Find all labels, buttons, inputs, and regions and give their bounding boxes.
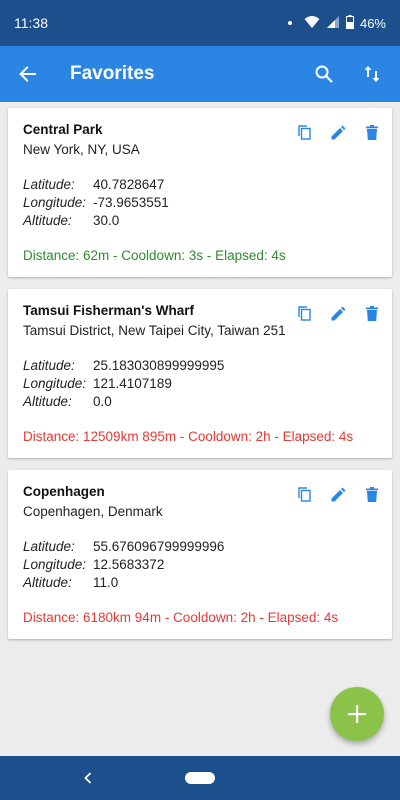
search-icon <box>315 65 333 83</box>
wifi-icon <box>304 15 320 32</box>
notification-dot-icon <box>287 21 292 25</box>
longitude-value: -73.9653551 <box>93 195 169 210</box>
delete-button[interactable] <box>362 303 382 323</box>
longitude-value: 12.5683372 <box>93 557 165 572</box>
latitude-value: 55.676096799999996 <box>93 539 225 554</box>
arrow-back-icon <box>19 66 36 82</box>
latitude-value: 40.7828647 <box>93 177 165 192</box>
status-icons: 46% <box>287 14 386 32</box>
latitude-label: Latitude: <box>23 539 75 554</box>
favorite-card[interactable]: Copenhagen Copenhagen, Denmark Latitude:… <box>8 470 392 639</box>
longitude-value: 121.4107189 <box>93 376 172 391</box>
coordinates: Latitude: 25.183030899999995 Longitude: … <box>23 358 378 409</box>
edit-button[interactable] <box>328 303 348 323</box>
latitude-label: Latitude: <box>23 177 75 192</box>
coordinates: Latitude: 40.7828647 Longitude: -73.9653… <box>23 177 378 228</box>
longitude-label: Longitude: <box>23 195 87 210</box>
system-nav-bar <box>0 756 400 800</box>
status-bar: 11:38 46% <box>0 0 400 46</box>
favorite-card[interactable]: Tamsui Fisherman's Wharf Tamsui District… <box>8 289 392 458</box>
latitude-value: 25.183030899999995 <box>93 358 225 373</box>
copy-button[interactable] <box>294 303 314 323</box>
chevron-left-icon <box>84 772 92 784</box>
altitude-label: Altitude: <box>23 575 72 590</box>
system-home-button[interactable] <box>185 772 215 784</box>
coordinates: Latitude: 55.676096799999996 Longitude: … <box>23 539 378 590</box>
altitude-value: 0.0 <box>93 394 112 409</box>
favorite-address: Tamsui District, New Taipei City, Taiwan… <box>23 323 286 338</box>
battery-icon <box>345 14 354 32</box>
altitude-value: 11.0 <box>93 575 119 590</box>
favorite-address: Copenhagen, Denmark <box>23 504 163 519</box>
copy-icon <box>297 305 311 321</box>
edit-icon <box>331 125 345 139</box>
distance-status: Distance: 62m - Cooldown: 3s - Elapsed: … <box>23 248 286 263</box>
card-actions <box>294 484 382 504</box>
edit-button[interactable] <box>328 484 348 504</box>
edit-button[interactable] <box>328 122 348 142</box>
altitude-label: Altitude: <box>23 213 72 228</box>
search-button[interactable] <box>300 46 348 102</box>
longitude-label: Longitude: <box>23 376 87 391</box>
distance-status: Distance: 12509km 895m - Cooldown: 2h - … <box>23 429 354 444</box>
favorite-card[interactable]: Central Park New York, NY, USA Latitude:… <box>8 108 392 277</box>
add-favorite-button[interactable] <box>330 687 384 741</box>
delete-icon <box>366 124 378 140</box>
delete-button[interactable] <box>362 484 382 504</box>
back-button[interactable] <box>0 46 56 102</box>
favorite-address: New York, NY, USA <box>23 142 140 157</box>
copy-button[interactable] <box>294 484 314 504</box>
add-icon <box>348 705 366 723</box>
altitude-label: Altitude: <box>23 394 72 409</box>
page-title: Favorites <box>70 63 155 84</box>
favorites-list: Central Park New York, NY, USA Latitude:… <box>0 102 400 756</box>
latitude-label: Latitude: <box>23 358 75 373</box>
longitude-label: Longitude: <box>23 557 87 572</box>
copy-icon <box>297 486 311 502</box>
edit-icon <box>331 487 345 501</box>
sort-icon <box>364 66 380 82</box>
card-actions <box>294 122 382 142</box>
signal-icon <box>326 15 340 32</box>
sort-button[interactable] <box>348 46 396 102</box>
copy-button[interactable] <box>294 122 314 142</box>
copy-icon <box>297 124 311 140</box>
card-actions <box>294 303 382 323</box>
altitude-value: 30.0 <box>93 213 120 228</box>
distance-status: Distance: 6180km 94m - Cooldown: 2h - El… <box>23 610 339 625</box>
app-bar: Favorites <box>0 46 400 102</box>
edit-icon <box>331 306 345 320</box>
delete-icon <box>366 305 378 321</box>
delete-button[interactable] <box>362 122 382 142</box>
delete-icon <box>366 486 378 502</box>
status-time: 11:38 <box>14 15 48 31</box>
battery-percent: 46% <box>359 15 386 31</box>
system-back-button[interactable] <box>78 766 98 790</box>
